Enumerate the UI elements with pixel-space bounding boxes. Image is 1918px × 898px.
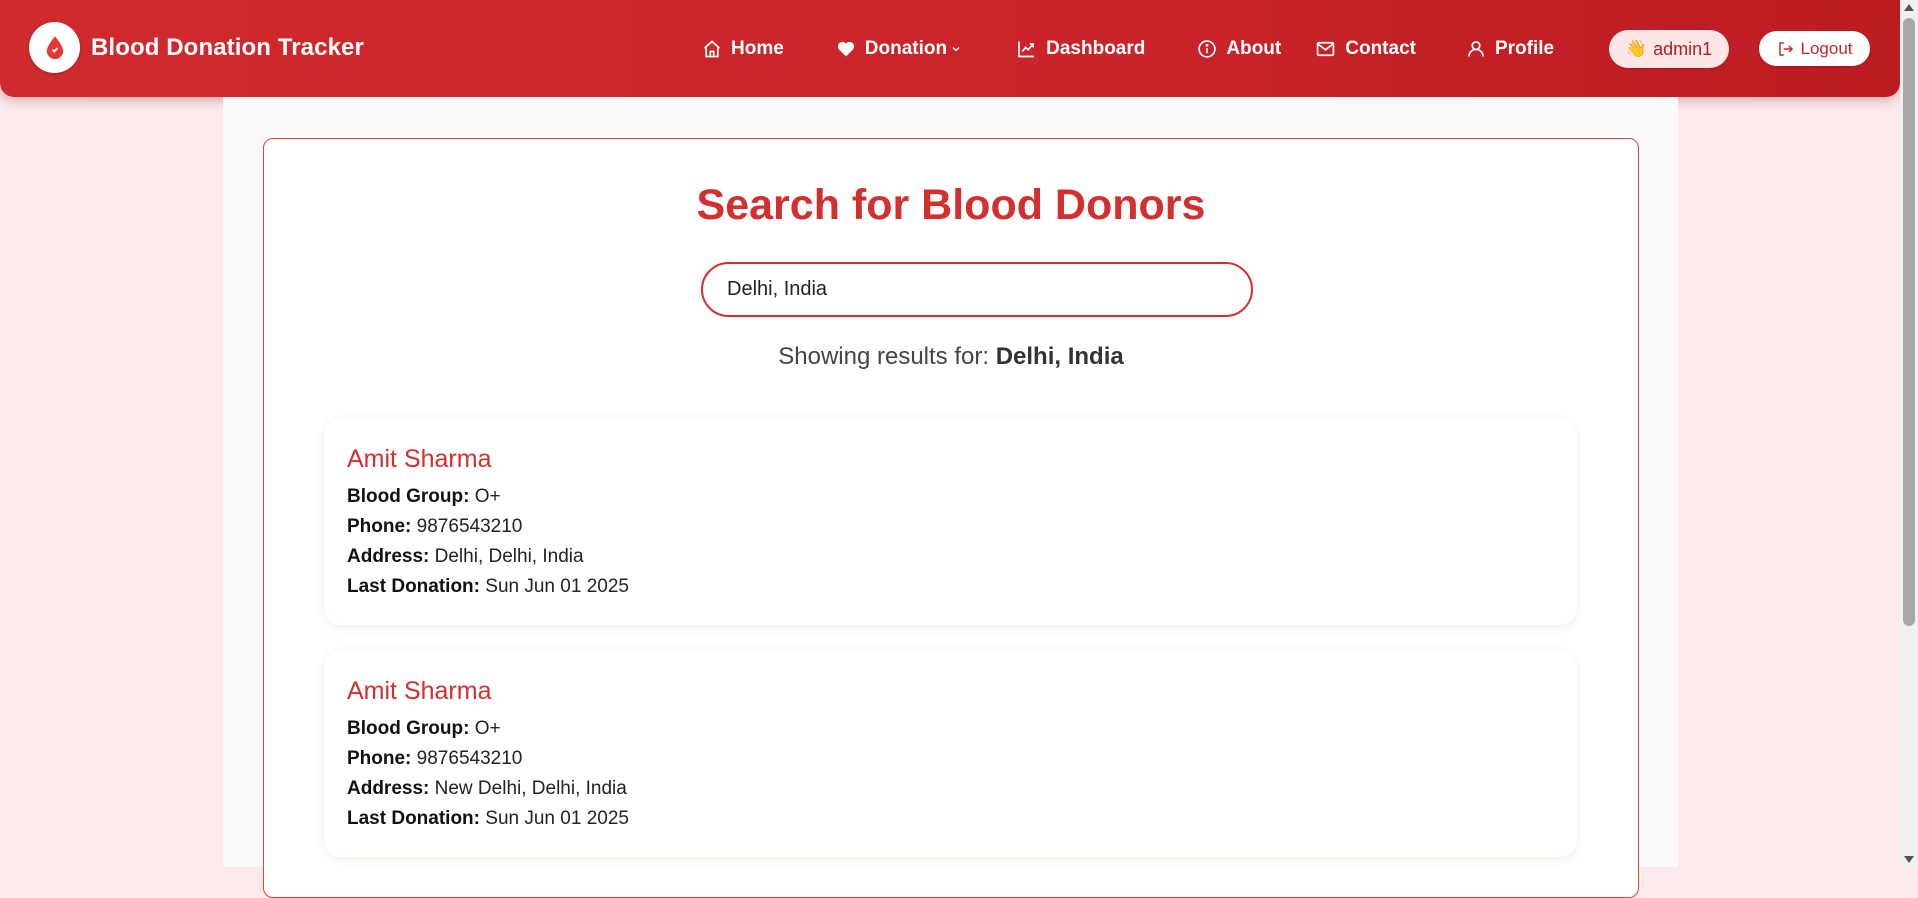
brand-title: Blood Donation Tracker (91, 33, 364, 61)
scroll-up-icon[interactable] (1904, 4, 1914, 11)
wave-icon: 👋 (1625, 39, 1648, 58)
donor-address: Address: New Delhi, Delhi, India (347, 778, 627, 799)
donor-blood-group: Blood Group: O+ (347, 486, 501, 507)
donor-last-donation: Last Donation: Sun Jun 01 2025 (347, 576, 629, 597)
nav-profile-label: Profile (1494, 37, 1555, 59)
page-title: Search for Blood Donors (696, 181, 1206, 229)
logout-button[interactable]: Logout (1759, 31, 1870, 66)
nav-profile[interactable]: Profile (1466, 38, 1554, 60)
search-panel: Search for Blood Donors Showing results … (263, 138, 1639, 898)
donor-address: Address: Delhi, Delhi, India (347, 546, 584, 567)
vertical-scrollbar[interactable] (1900, 0, 1918, 867)
user-badge[interactable]: 👋 admin1 (1609, 30, 1729, 68)
nav-donation-label: Donation (864, 37, 948, 59)
donor-phone: Phone: 9876543210 (347, 516, 523, 537)
results-prefix: Showing results for: (778, 343, 990, 370)
donor-blood-group: Blood Group: O+ (347, 718, 501, 739)
donor-name: Amit Sharma (347, 677, 492, 705)
nav-links: Home Donation Dashboard About Contact Pr… (702, 0, 1580, 97)
donor-card: Amit Sharma Blood Group: O+ Phone: 98765… (324, 651, 1577, 857)
nav-dashboard[interactable]: Dashboard (1016, 38, 1145, 60)
scrollbar-thumb[interactable] (1903, 18, 1915, 626)
donor-phone: Phone: 9876543210 (347, 748, 523, 769)
user-icon (1468, 40, 1484, 57)
nav-about[interactable]: About (1197, 38, 1281, 60)
nav-home[interactable]: Home (702, 38, 784, 60)
donor-last-donation: Last Donation: Sun Jun 01 2025 (347, 808, 629, 829)
top-navbar: Blood Donation Tracker Home Donation Das… (0, 0, 1900, 97)
home-icon (703, 39, 721, 57)
donor-name: Amit Sharma (347, 445, 492, 473)
logout-label: Logout (1800, 38, 1853, 58)
username: admin1 (1653, 38, 1713, 59)
mail-icon (1317, 41, 1335, 56)
nav-contact[interactable]: Contact (1315, 38, 1416, 60)
chevron-down-icon (952, 46, 960, 51)
brand[interactable]: Blood Donation Tracker (29, 22, 364, 73)
nav-contact-label: Contact (1345, 37, 1416, 59)
heart-icon (837, 41, 854, 56)
blood-drop-logo-icon (29, 22, 80, 73)
chart-icon (1018, 41, 1035, 57)
nav-home-label: Home (731, 37, 784, 59)
logout-icon (1778, 41, 1793, 56)
scroll-down-icon[interactable] (1904, 856, 1914, 863)
results-query: Delhi, India (995, 343, 1124, 370)
nav-donation-dropdown[interactable]: Donation (836, 38, 962, 60)
nav-about-label: About (1226, 37, 1282, 59)
donor-card: Amit Sharma Blood Group: O+ Phone: 98765… (324, 419, 1577, 625)
location-search-input[interactable] (701, 262, 1253, 317)
nav-dashboard-label: Dashboard (1046, 37, 1146, 59)
results-summary: Showing results for: Delhi, India (264, 343, 1638, 371)
info-icon (1198, 39, 1217, 58)
